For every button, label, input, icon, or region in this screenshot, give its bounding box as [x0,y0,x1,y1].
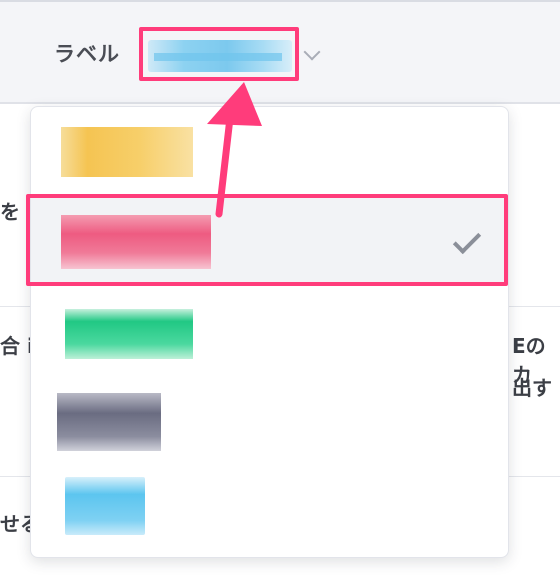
annotation-arrow [207,82,262,218]
